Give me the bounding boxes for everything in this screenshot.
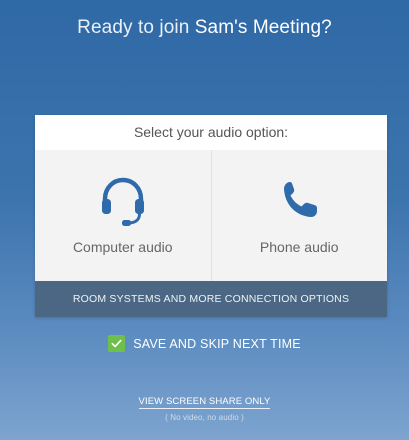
phone-audio-option[interactable]: Phone audio — [210, 150, 388, 281]
save-skip-checkbox[interactable] — [108, 335, 126, 352]
checkmark-icon — [111, 339, 122, 348]
phone-audio-label: Phone audio — [259, 239, 339, 255]
page-title: Ready to join Sam's Meeting? — [0, 17, 409, 39]
join-meeting-screen: Ready to join Sam's Meeting? Select your… — [0, 0, 409, 440]
meeting-name: Sam's Meeting? — [194, 17, 332, 38]
phone-icon — [271, 172, 327, 228]
audio-card-header: Select your audio option: — [35, 115, 387, 150]
computer-audio-option[interactable]: Computer audio — [35, 150, 211, 281]
room-systems-button[interactable]: ROOM SYSTEMS AND MORE CONNECTION OPTIONS — [35, 281, 387, 317]
audio-options: Computer audio Phone audio — [35, 150, 387, 281]
audio-options-card: Select your audio option: Computer audio — [35, 115, 387, 317]
save-skip-row: SAVE AND SKIP NEXT TIME — [0, 335, 409, 352]
screen-share-section: VIEW SCREEN SHARE ONLY ( No video, no au… — [0, 396, 409, 422]
title-prefix: Ready to join — [77, 17, 195, 38]
save-skip-label[interactable]: SAVE AND SKIP NEXT TIME — [133, 337, 301, 351]
screen-share-note: ( No video, no audio ) — [165, 413, 244, 422]
computer-audio-label: Computer audio — [72, 239, 173, 255]
headset-icon — [95, 172, 151, 228]
view-screen-share-link[interactable]: VIEW SCREEN SHARE ONLY — [138, 396, 271, 409]
